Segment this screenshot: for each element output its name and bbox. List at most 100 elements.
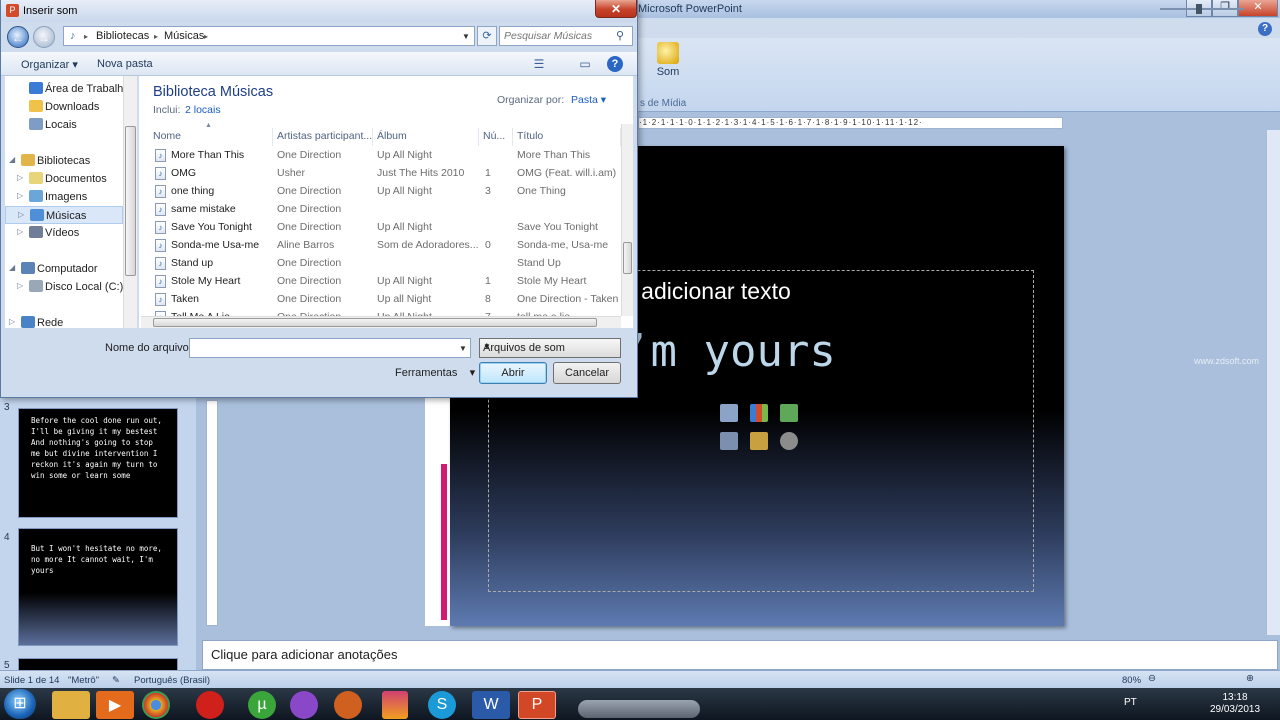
navigation-scrollbar[interactable] <box>123 76 137 328</box>
help-icon[interactable]: ? <box>607 56 623 72</box>
column-header-title[interactable]: Título <box>513 128 621 146</box>
search-box[interactable]: ⚲ <box>499 26 633 46</box>
utorrent-icon[interactable]: µ <box>248 691 276 719</box>
search-input[interactable] <box>504 29 612 43</box>
preview-pane-icon[interactable]: ▭ <box>577 56 593 72</box>
slide-subtitle[interactable]: a adicionar texto <box>622 278 791 305</box>
arrange-by-dropdown[interactable]: Pasta ▾ <box>571 94 606 106</box>
spellcheck-icon[interactable]: ✎ <box>112 675 120 686</box>
file-row[interactable]: ♪ Stole My Heart One Direction Up All Night… <box>149 272 623 290</box>
word-icon[interactable]: W <box>472 691 510 719</box>
refresh-button[interactable]: ⟳ <box>477 26 497 46</box>
file-row[interactable]: ♪ OMG Usher Just The Hits 2010 1 OMG (Feat. w… <box>149 164 623 182</box>
file-row[interactable]: ♪ Save You Tonight One Direction Up All Nig… <box>149 218 623 236</box>
chrome-icon[interactable] <box>142 691 170 719</box>
nav-item[interactable]: Downloads <box>5 98 123 116</box>
organize-button[interactable]: Organizar ▾ <box>21 58 78 71</box>
expand-arrow-icon[interactable]: ▷ <box>17 227 23 236</box>
language-status[interactable]: Português (Brasil) <box>134 675 210 686</box>
new-folder-button[interactable]: Nova pasta <box>97 58 153 70</box>
open-button[interactable]: Abrir <box>479 362 547 384</box>
zoom-out-icon[interactable]: ⊖ <box>1148 673 1156 684</box>
search-icon[interactable]: ⚲ <box>616 29 624 42</box>
view-options-icon[interactable]: ☰ <box>531 56 547 72</box>
skype-icon[interactable]: S <box>428 691 456 719</box>
zoom-level[interactable]: 80% <box>1122 675 1141 686</box>
insert-smartart-icon[interactable] <box>780 404 798 422</box>
slide-title[interactable]: ’m yours <box>624 326 836 377</box>
expand-arrow-icon[interactable]: ▷ <box>17 173 23 182</box>
filename-dropdown-icon[interactable]: ▼ <box>459 344 467 353</box>
file-row[interactable]: ♪ Taken One Direction Up all Night 8 One Dire… <box>149 290 623 308</box>
notes-pane[interactable]: Clique para adicionar anotações <box>202 640 1278 670</box>
filename-input[interactable] <box>189 338 471 358</box>
nav-item[interactable]: ▷ Documentos <box>5 170 123 188</box>
nav-item[interactable]: ▷ Imagens <box>5 188 123 206</box>
expanded-arrow-icon[interactable]: ◢ <box>9 155 15 164</box>
insert-media-icon[interactable] <box>780 432 798 450</box>
expanded-arrow-icon[interactable]: ◢ <box>9 263 15 272</box>
column-header-artists[interactable]: Artistas participant... <box>273 128 373 146</box>
expand-arrow-icon[interactable]: ▷ <box>17 191 23 200</box>
file-list-horizontal-scrollbar-thumb[interactable] <box>153 318 597 327</box>
file-row[interactable]: ♪ same mistake One Direction <box>149 200 623 218</box>
breadcrumb-music[interactable]: Músicas <box>164 30 204 42</box>
help-icon[interactable]: ? <box>1258 22 1272 36</box>
address-bar[interactable]: ♪ ▸ Bibliotecas ▸ Músicas ▸ ▼ <box>63 26 475 46</box>
expand-arrow-icon[interactable]: ▷ <box>9 317 15 326</box>
insert-chart-icon[interactable] <box>750 404 768 422</box>
tools-button[interactable]: Ferramentas ▾ <box>395 366 475 379</box>
navigation-scrollbar-thumb[interactable] <box>125 126 136 276</box>
nav-item[interactable]: ▷ Músicas <box>5 206 123 224</box>
slide-thumbnail-4[interactable]: But I won't hesitate no more, no more It… <box>18 528 178 646</box>
file-list-horizontal-scrollbar[interactable] <box>141 316 621 328</box>
nav-item[interactable]: ▷ Disco Local (C:) <box>5 278 123 296</box>
column-header-number[interactable]: Nú... <box>479 128 513 146</box>
expand-arrow-icon[interactable]: ▷ <box>18 210 24 219</box>
filetype-select[interactable]: Arquivos de som ▼ <box>479 338 621 358</box>
back-button[interactable]: ← <box>7 26 29 48</box>
cancel-button[interactable]: Cancelar <box>553 362 621 384</box>
file-list-scrollbar[interactable] <box>621 124 633 316</box>
system-clock[interactable]: 13:18 29/03/2013 <box>1208 692 1262 716</box>
nav-item[interactable]: Área de Trabalho <box>5 80 129 98</box>
input-language[interactable]: PT <box>1124 697 1137 708</box>
nav-item[interactable]: ◢ Bibliotecas <box>5 152 123 170</box>
nav-item[interactable]: ▷ Vídeos <box>5 224 123 242</box>
file-row[interactable]: ♪ Stand up One Direction Stand Up <box>149 254 623 272</box>
column-header-album[interactable]: Álbum <box>373 128 479 146</box>
explorer-icon[interactable] <box>52 691 90 719</box>
dialog-close-button[interactable]: ✕ <box>595 0 637 18</box>
file-row[interactable]: ♪ More Than This One Direction Up All Night… <box>149 146 623 164</box>
studio-icon[interactable] <box>382 691 408 719</box>
breadcrumb-libraries[interactable]: Bibliotecas <box>96 30 149 42</box>
insert-clipart-icon[interactable] <box>750 432 768 450</box>
zoom-slider[interactable] <box>1160 8 1244 10</box>
zoom-slider-knob[interactable] <box>1196 4 1202 14</box>
expand-arrow-icon[interactable]: ▷ <box>17 281 23 290</box>
file-row[interactable]: ♪ Sonda-me Usa-me Aline Barros Som de Adora… <box>149 236 623 254</box>
file-row[interactable]: ♪ one thing One Direction Up All Night 3 One … <box>149 182 623 200</box>
ppt-close-button[interactable]: ✕ <box>1238 0 1278 17</box>
nav-item[interactable]: ◢ Computador <box>5 260 123 278</box>
insert-picture-icon[interactable] <box>720 432 738 450</box>
slide-thumbnail-3[interactable]: Before the cool done run out, I'll be gi… <box>18 408 178 518</box>
game-icon[interactable] <box>334 691 362 719</box>
insert-table-icon[interactable] <box>720 404 738 422</box>
media-player-icon[interactable]: ▶ <box>96 691 134 719</box>
file-list-scrollbar-thumb[interactable] <box>623 242 632 274</box>
zoom-in-icon[interactable]: ⊕ <box>1246 673 1254 684</box>
start-button[interactable]: ⊞ <box>4 689 36 719</box>
forward-button[interactable]: → <box>33 26 55 48</box>
powerpoint-taskbar-icon[interactable]: P <box>518 691 556 719</box>
nav-item[interactable]: ▷ Rede <box>5 314 123 328</box>
claro-icon[interactable] <box>196 691 224 719</box>
bittorrent-icon[interactable] <box>290 691 318 719</box>
media-controls[interactable] <box>578 700 700 718</box>
column-header-name[interactable]: Nome <box>149 128 273 146</box>
address-dropdown-icon[interactable]: ▼ <box>462 32 470 41</box>
library-locations-link[interactable]: 2 locais <box>185 104 221 116</box>
sound-button[interactable]: Som <box>652 42 684 78</box>
nav-item[interactable]: Locais <box>5 116 123 134</box>
slide-scrollbar[interactable] <box>1266 130 1280 635</box>
